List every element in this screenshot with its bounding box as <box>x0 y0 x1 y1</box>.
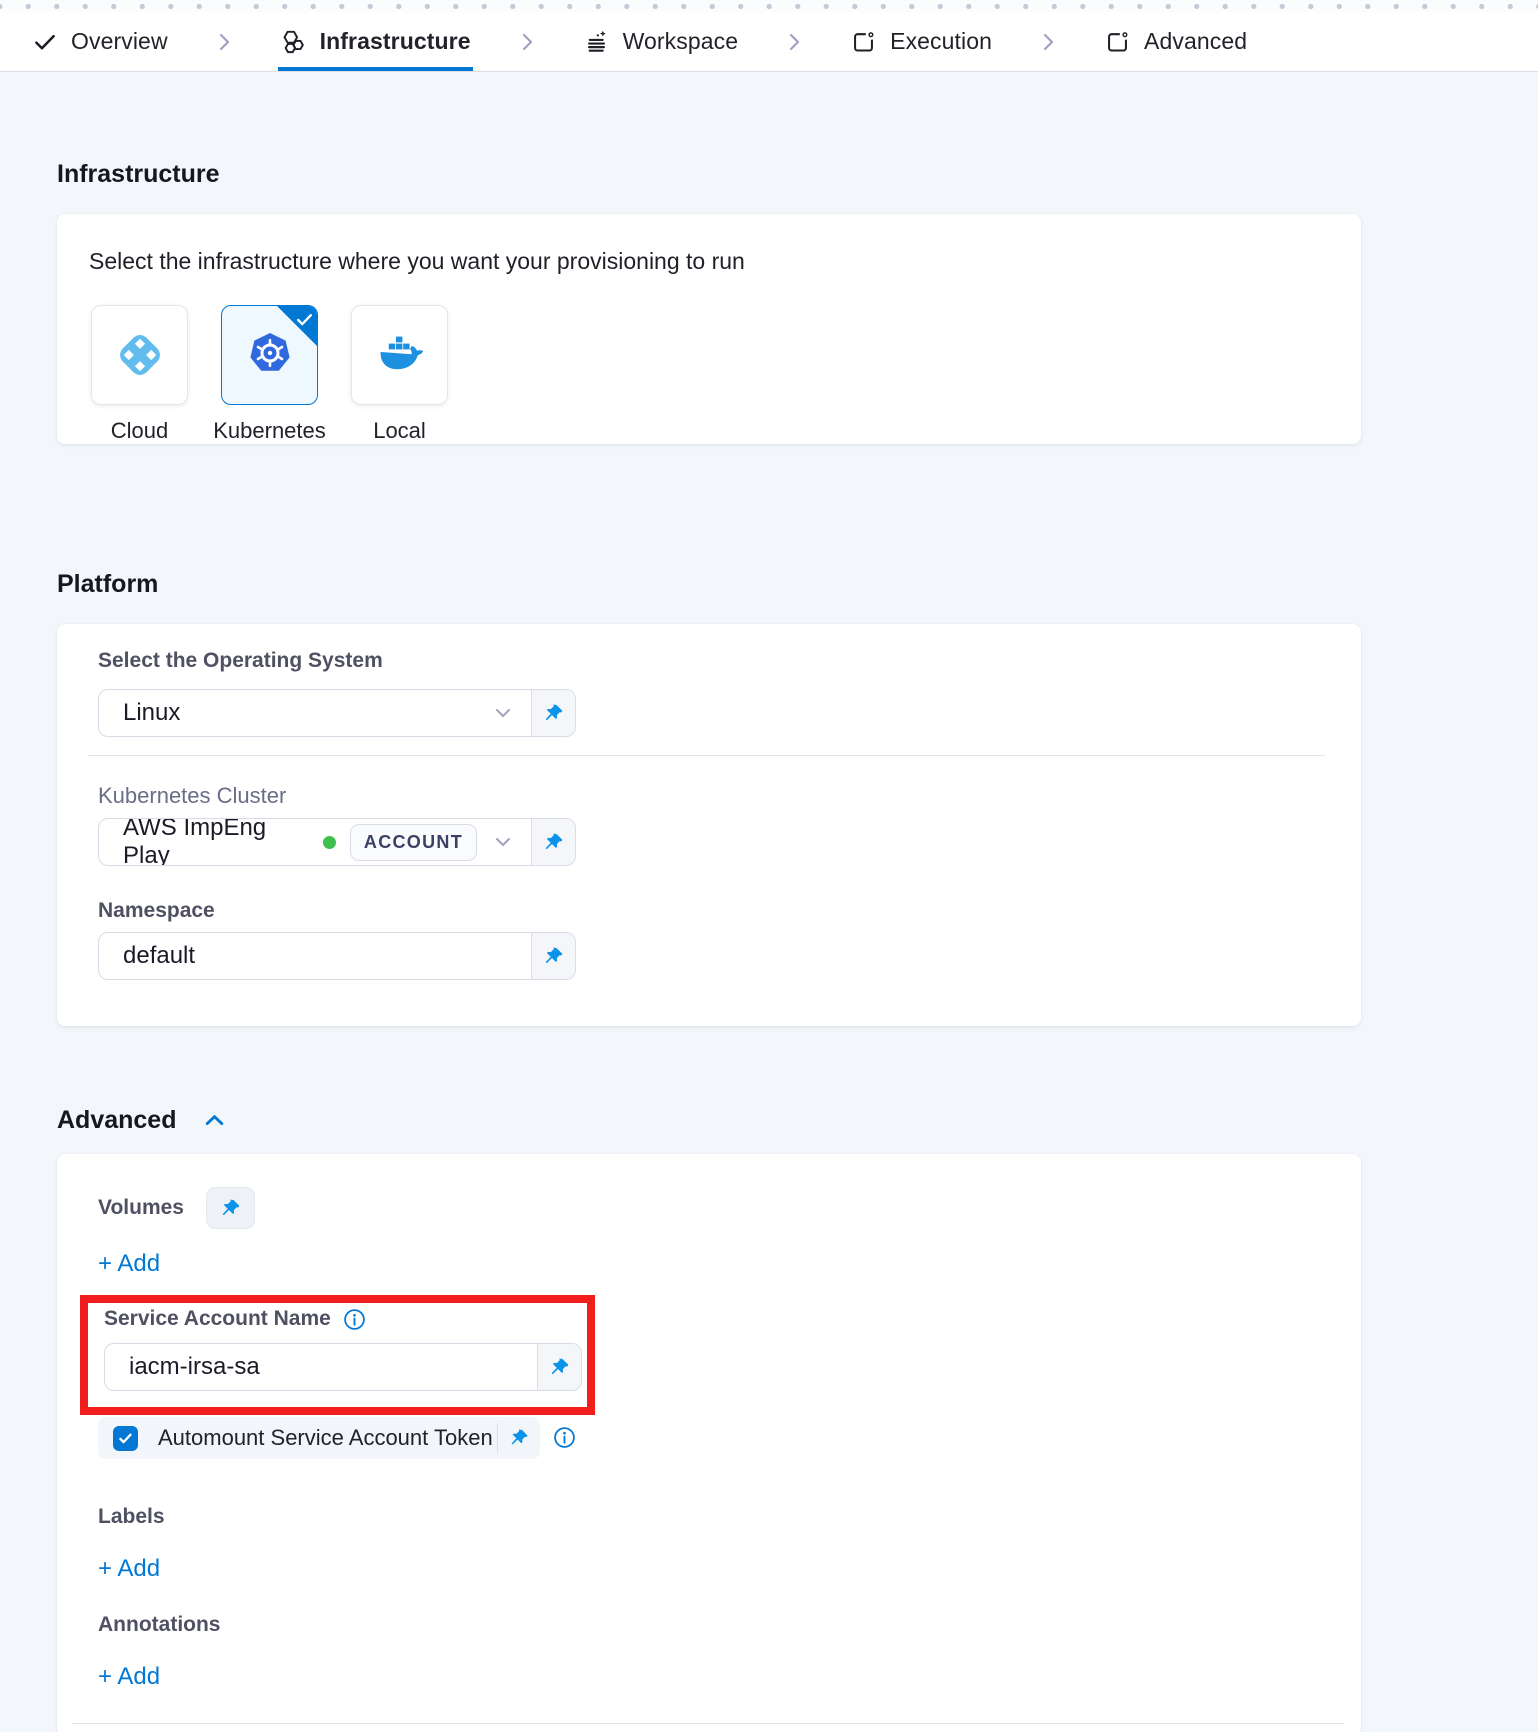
os-select[interactable]: Linux <box>98 689 576 737</box>
canvas-dot-strip <box>0 0 1538 12</box>
labels-label: Labels <box>98 1505 1321 1529</box>
cloud-tile[interactable] <box>91 305 188 405</box>
advanced-card: Volumes + Add Service Account Name Au <box>57 1154 1361 1732</box>
info-icon[interactable] <box>343 1308 366 1331</box>
service-account-input[interactable] <box>129 1353 521 1381</box>
cluster-select-value: AWS ImpEng Play <box>123 818 309 866</box>
os-pin-button[interactable] <box>531 690 575 736</box>
cloud-icon <box>116 331 164 379</box>
volumes-pin-button[interactable] <box>206 1187 255 1229</box>
tab-overview[interactable]: Overview <box>30 12 170 71</box>
service-account-field <box>104 1343 582 1391</box>
automount-checkbox[interactable] <box>113 1426 138 1451</box>
cloud-tile-label: Cloud <box>111 418 168 444</box>
labels-add-button[interactable]: + Add <box>98 1555 160 1583</box>
infrastructure-option-cloud: Cloud <box>91 305 188 444</box>
tab-advanced-label: Advanced <box>1144 28 1247 55</box>
wizard-tab-bar: Overview Infrastructure Workspace <box>0 12 1538 72</box>
local-tile-label: Local <box>373 418 426 444</box>
volumes-row: Volumes <box>98 1187 1321 1229</box>
tab-infrastructure-label: Infrastructure <box>320 28 471 55</box>
namespace-label: Namespace <box>98 899 1321 923</box>
chevron-down-icon <box>491 701 515 725</box>
advanced-section-heading-row: Advanced <box>57 1106 1538 1134</box>
volumes-add-button[interactable]: + Add <box>98 1250 160 1278</box>
gear-square-icon <box>1104 28 1131 55</box>
divider <box>88 755 1325 756</box>
platform-card: Select the Operating System Linux Kubern… <box>57 624 1361 1026</box>
infrastructure-option-local: Local <box>351 305 448 444</box>
collapse-chevron-up-icon[interactable] <box>202 1108 227 1133</box>
infrastructure-option-kubernetes: Kubernetes <box>221 305 318 444</box>
chevron-right-icon <box>1036 12 1060 71</box>
annotation-highlight-red-box: Service Account Name <box>80 1295 595 1415</box>
tab-workspace[interactable]: Workspace <box>581 12 741 71</box>
tab-execution-label: Execution <box>890 28 992 55</box>
namespace-pin-button[interactable] <box>531 933 575 979</box>
selected-check-icon <box>295 310 314 329</box>
info-icon[interactable] <box>553 1426 576 1449</box>
kubernetes-tile[interactable] <box>221 305 318 405</box>
cluster-select[interactable]: AWS ImpEng Play ACCOUNT <box>98 818 576 866</box>
os-label: Select the Operating System <box>98 649 1321 673</box>
gear-square-icon <box>850 28 877 55</box>
cluster-label: Kubernetes Cluster <box>98 783 1321 809</box>
infrastructure-options: Cloud <box>91 305 1329 444</box>
chevron-right-icon <box>515 12 539 71</box>
os-select-value: Linux <box>123 699 477 727</box>
scope-badge: ACCOUNT <box>350 824 477 861</box>
advanced-section-heading: Advanced <box>57 1106 176 1134</box>
tab-overview-label: Overview <box>71 28 168 55</box>
tab-execution[interactable]: Execution <box>848 12 994 71</box>
annotations-label: Annotations <box>98 1613 1321 1637</box>
namespace-input[interactable] <box>123 942 515 970</box>
cluster-pin-button[interactable] <box>531 819 575 865</box>
infrastructure-section-heading: Infrastructure <box>57 160 1538 188</box>
chevron-right-icon <box>212 12 236 71</box>
annotations-add-button[interactable]: + Add <box>98 1663 160 1691</box>
service-account-pin-button[interactable] <box>537 1344 581 1390</box>
chevron-down-icon <box>491 830 515 854</box>
service-account-label: Service Account Name <box>104 1307 331 1331</box>
tab-workspace-label: Workspace <box>623 28 739 55</box>
connector-status-dot <box>323 836 336 849</box>
local-tile[interactable] <box>351 305 448 405</box>
kubernetes-tile-label: Kubernetes <box>213 418 326 444</box>
infrastructure-instruction: Select the infrastructure where you want… <box>89 248 1329 275</box>
volumes-label: Volumes <box>98 1196 184 1220</box>
automount-row: Automount Service Account Token <box>98 1417 540 1459</box>
chevron-right-icon <box>782 12 806 71</box>
platform-section-heading: Platform <box>57 570 1538 598</box>
tab-infrastructure[interactable]: Infrastructure <box>278 12 473 71</box>
check-icon <box>32 29 58 55</box>
tab-advanced[interactable]: Advanced <box>1102 12 1249 71</box>
stack-icon <box>583 28 610 55</box>
divider <box>72 1723 1344 1724</box>
infrastructure-card: Select the infrastructure where you want… <box>57 214 1361 444</box>
automount-pin-button[interactable] <box>498 1427 540 1449</box>
docker-icon <box>375 331 425 379</box>
namespace-field <box>98 932 576 980</box>
automount-label: Automount Service Account Token <box>158 1425 493 1451</box>
hexagon-cluster-icon <box>280 28 307 55</box>
